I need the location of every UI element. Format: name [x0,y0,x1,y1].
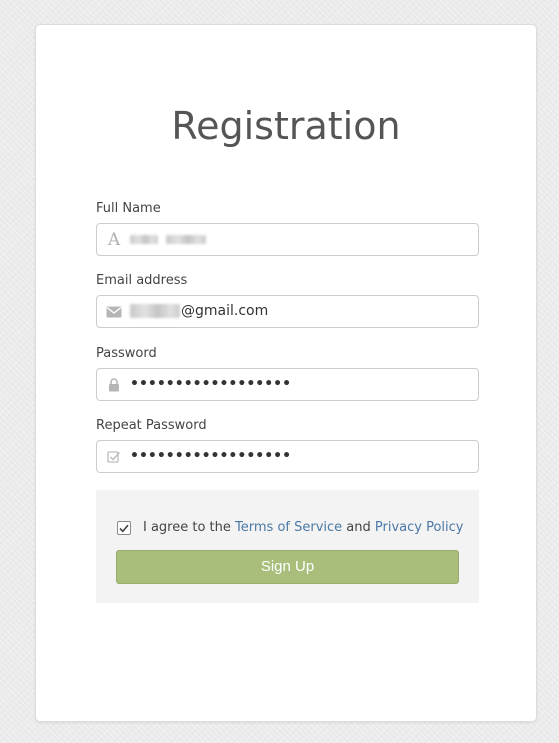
password-field[interactable]: •••••••••••••••••• [96,368,479,401]
email-field[interactable]: @gmail.com [96,295,479,328]
registration-card: Registration Full Name A Email address @… [35,24,537,722]
sign-up-button[interactable]: Sign Up [116,550,459,584]
privacy-policy-link[interactable]: Privacy Policy [375,520,464,535]
redacted-email-user [130,304,180,318]
page-title: Registration [171,104,401,148]
email-domain-text: @gmail.com [181,303,269,319]
full-name-value [130,224,207,255]
full-name-label: Full Name [96,201,161,216]
full-name-field[interactable]: A [96,223,479,256]
agreement-panel: I agree to the Terms of Service and Priv… [96,490,479,603]
repeat-password-label: Repeat Password [96,418,207,433]
email-value: @gmail.com [130,296,268,327]
redacted-name [166,234,207,244]
agreement-text: I agree to the Terms of Service and Priv… [143,520,464,535]
checkmark-icon [119,524,129,532]
repeat-password-value: •••••••••••••••••• [130,448,292,464]
envelope-icon [105,296,123,327]
terms-checkbox[interactable] [117,521,131,535]
font-letter-icon: A [107,229,121,250]
agreement-prefix: I agree to the [143,520,231,535]
terms-of-service-link[interactable]: Terms of Service [235,520,342,535]
agreement-conjunction: and [346,520,371,535]
check-square-icon [105,441,123,472]
repeat-password-field[interactable]: •••••••••••••••••• [96,440,479,473]
password-label: Password [96,346,157,361]
redacted-name [130,234,158,244]
lock-icon [105,369,123,400]
email-label: Email address [96,273,188,288]
password-value: •••••••••••••••••• [130,376,292,392]
